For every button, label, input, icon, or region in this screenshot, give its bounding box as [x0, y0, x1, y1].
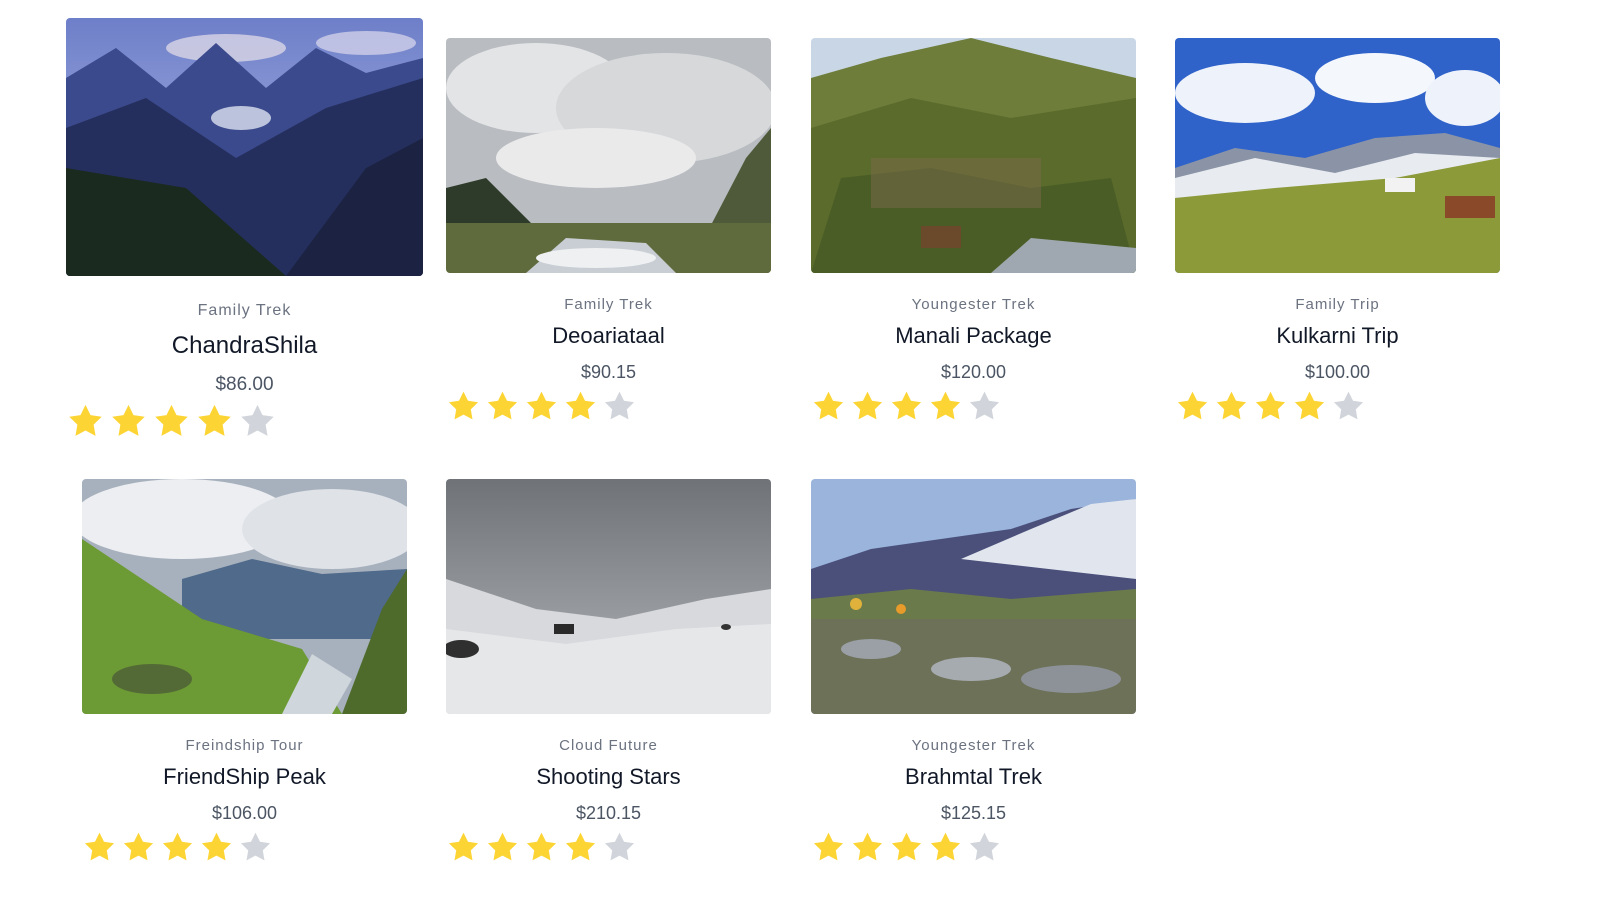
- rating-stars: [811, 830, 1136, 865]
- star-icon-filled: [485, 389, 520, 424]
- tour-price: $106.00: [211, 803, 278, 823]
- tour-card[interactable]: Family Trek ChandraShila $86.00: [66, 18, 423, 441]
- tour-image[interactable]: [1175, 38, 1500, 273]
- star-icon-filled: [889, 389, 924, 424]
- tour-card[interactable]: Youngester Trek Brahmtal Trek $125.15: [811, 479, 1136, 865]
- tour-price: $120.00: [940, 362, 1007, 382]
- rating-stars: [446, 389, 771, 424]
- star-icon-filled: [121, 830, 156, 865]
- tour-price: $100.00: [1304, 362, 1371, 382]
- rating-stars: [1175, 389, 1500, 424]
- tour-title[interactable]: Kulkarni Trip: [1175, 323, 1500, 349]
- tour-category: Family Trek: [197, 302, 292, 319]
- star-icon-filled: [1292, 389, 1327, 424]
- star-icon-filled: [152, 402, 191, 441]
- tour-card[interactable]: Family Trek Deoariataal $90.15: [446, 38, 771, 424]
- tour-title[interactable]: Shooting Stars: [446, 764, 771, 790]
- star-icon-empty: [238, 830, 273, 865]
- star-icon-filled: [928, 389, 963, 424]
- star-icon-empty: [967, 830, 1002, 865]
- star-icon-filled: [811, 830, 846, 865]
- star-icon-filled: [889, 830, 924, 865]
- star-icon-filled: [563, 389, 598, 424]
- star-icon-filled: [524, 389, 559, 424]
- rating-stars: [82, 830, 407, 865]
- star-icon-empty: [967, 389, 1002, 424]
- tour-image[interactable]: [446, 479, 771, 714]
- star-icon-filled: [66, 402, 105, 441]
- tour-category: Youngester Trek: [911, 737, 1036, 754]
- tour-title[interactable]: Brahmtal Trek: [811, 764, 1136, 790]
- tour-price: $86.00: [215, 374, 274, 395]
- star-icon-filled: [485, 830, 520, 865]
- star-icon-filled: [563, 830, 598, 865]
- rating-stars: [811, 389, 1136, 424]
- tour-price: $90.15: [580, 362, 637, 382]
- tour-category: Family Trek: [564, 296, 653, 313]
- star-icon-filled: [811, 389, 846, 424]
- star-icon-filled: [160, 830, 195, 865]
- tour-card[interactable]: Family Trip Kulkarni Trip $100.00: [1175, 38, 1500, 424]
- star-icon-filled: [850, 389, 885, 424]
- star-icon-filled: [850, 830, 885, 865]
- star-icon-filled: [199, 830, 234, 865]
- tour-price: $210.15: [575, 803, 642, 823]
- star-icon-filled: [82, 830, 117, 865]
- rating-stars: [446, 830, 771, 865]
- star-icon-empty: [602, 830, 637, 865]
- star-icon-filled: [1253, 389, 1288, 424]
- tour-category: Freindship Tour: [185, 737, 304, 754]
- tour-image[interactable]: [66, 18, 423, 276]
- star-icon-empty: [238, 402, 277, 441]
- star-icon-filled: [1214, 389, 1249, 424]
- star-icon-filled: [1175, 389, 1210, 424]
- star-icon-filled: [928, 830, 963, 865]
- tour-category: Youngester Trek: [911, 296, 1036, 313]
- tour-image[interactable]: [446, 38, 771, 273]
- tour-image[interactable]: [811, 479, 1136, 714]
- tour-card[interactable]: Youngester Trek Manali Package $120.00: [811, 38, 1136, 424]
- star-icon-filled: [524, 830, 559, 865]
- star-icon-filled: [109, 402, 148, 441]
- tour-title[interactable]: FriendShip Peak: [82, 764, 407, 790]
- star-icon-filled: [446, 830, 481, 865]
- tour-card[interactable]: Cloud Future Shooting Stars $210.15: [446, 479, 771, 865]
- rating-stars: [66, 402, 423, 441]
- tour-title[interactable]: ChandraShila: [66, 332, 423, 360]
- tour-title[interactable]: Manali Package: [811, 323, 1136, 349]
- tour-category: Cloud Future: [559, 737, 658, 754]
- star-icon-filled: [195, 402, 234, 441]
- tour-title[interactable]: Deoariataal: [446, 323, 771, 349]
- tour-card[interactable]: Freindship Tour FriendShip Peak $106.00: [82, 479, 407, 865]
- tour-image[interactable]: [811, 38, 1136, 273]
- tour-category: Family Trip: [1295, 296, 1380, 313]
- star-icon-empty: [602, 389, 637, 424]
- tour-image[interactable]: [82, 479, 407, 714]
- tour-price: $125.15: [940, 803, 1007, 823]
- star-icon-empty: [1331, 389, 1366, 424]
- star-icon-filled: [446, 389, 481, 424]
